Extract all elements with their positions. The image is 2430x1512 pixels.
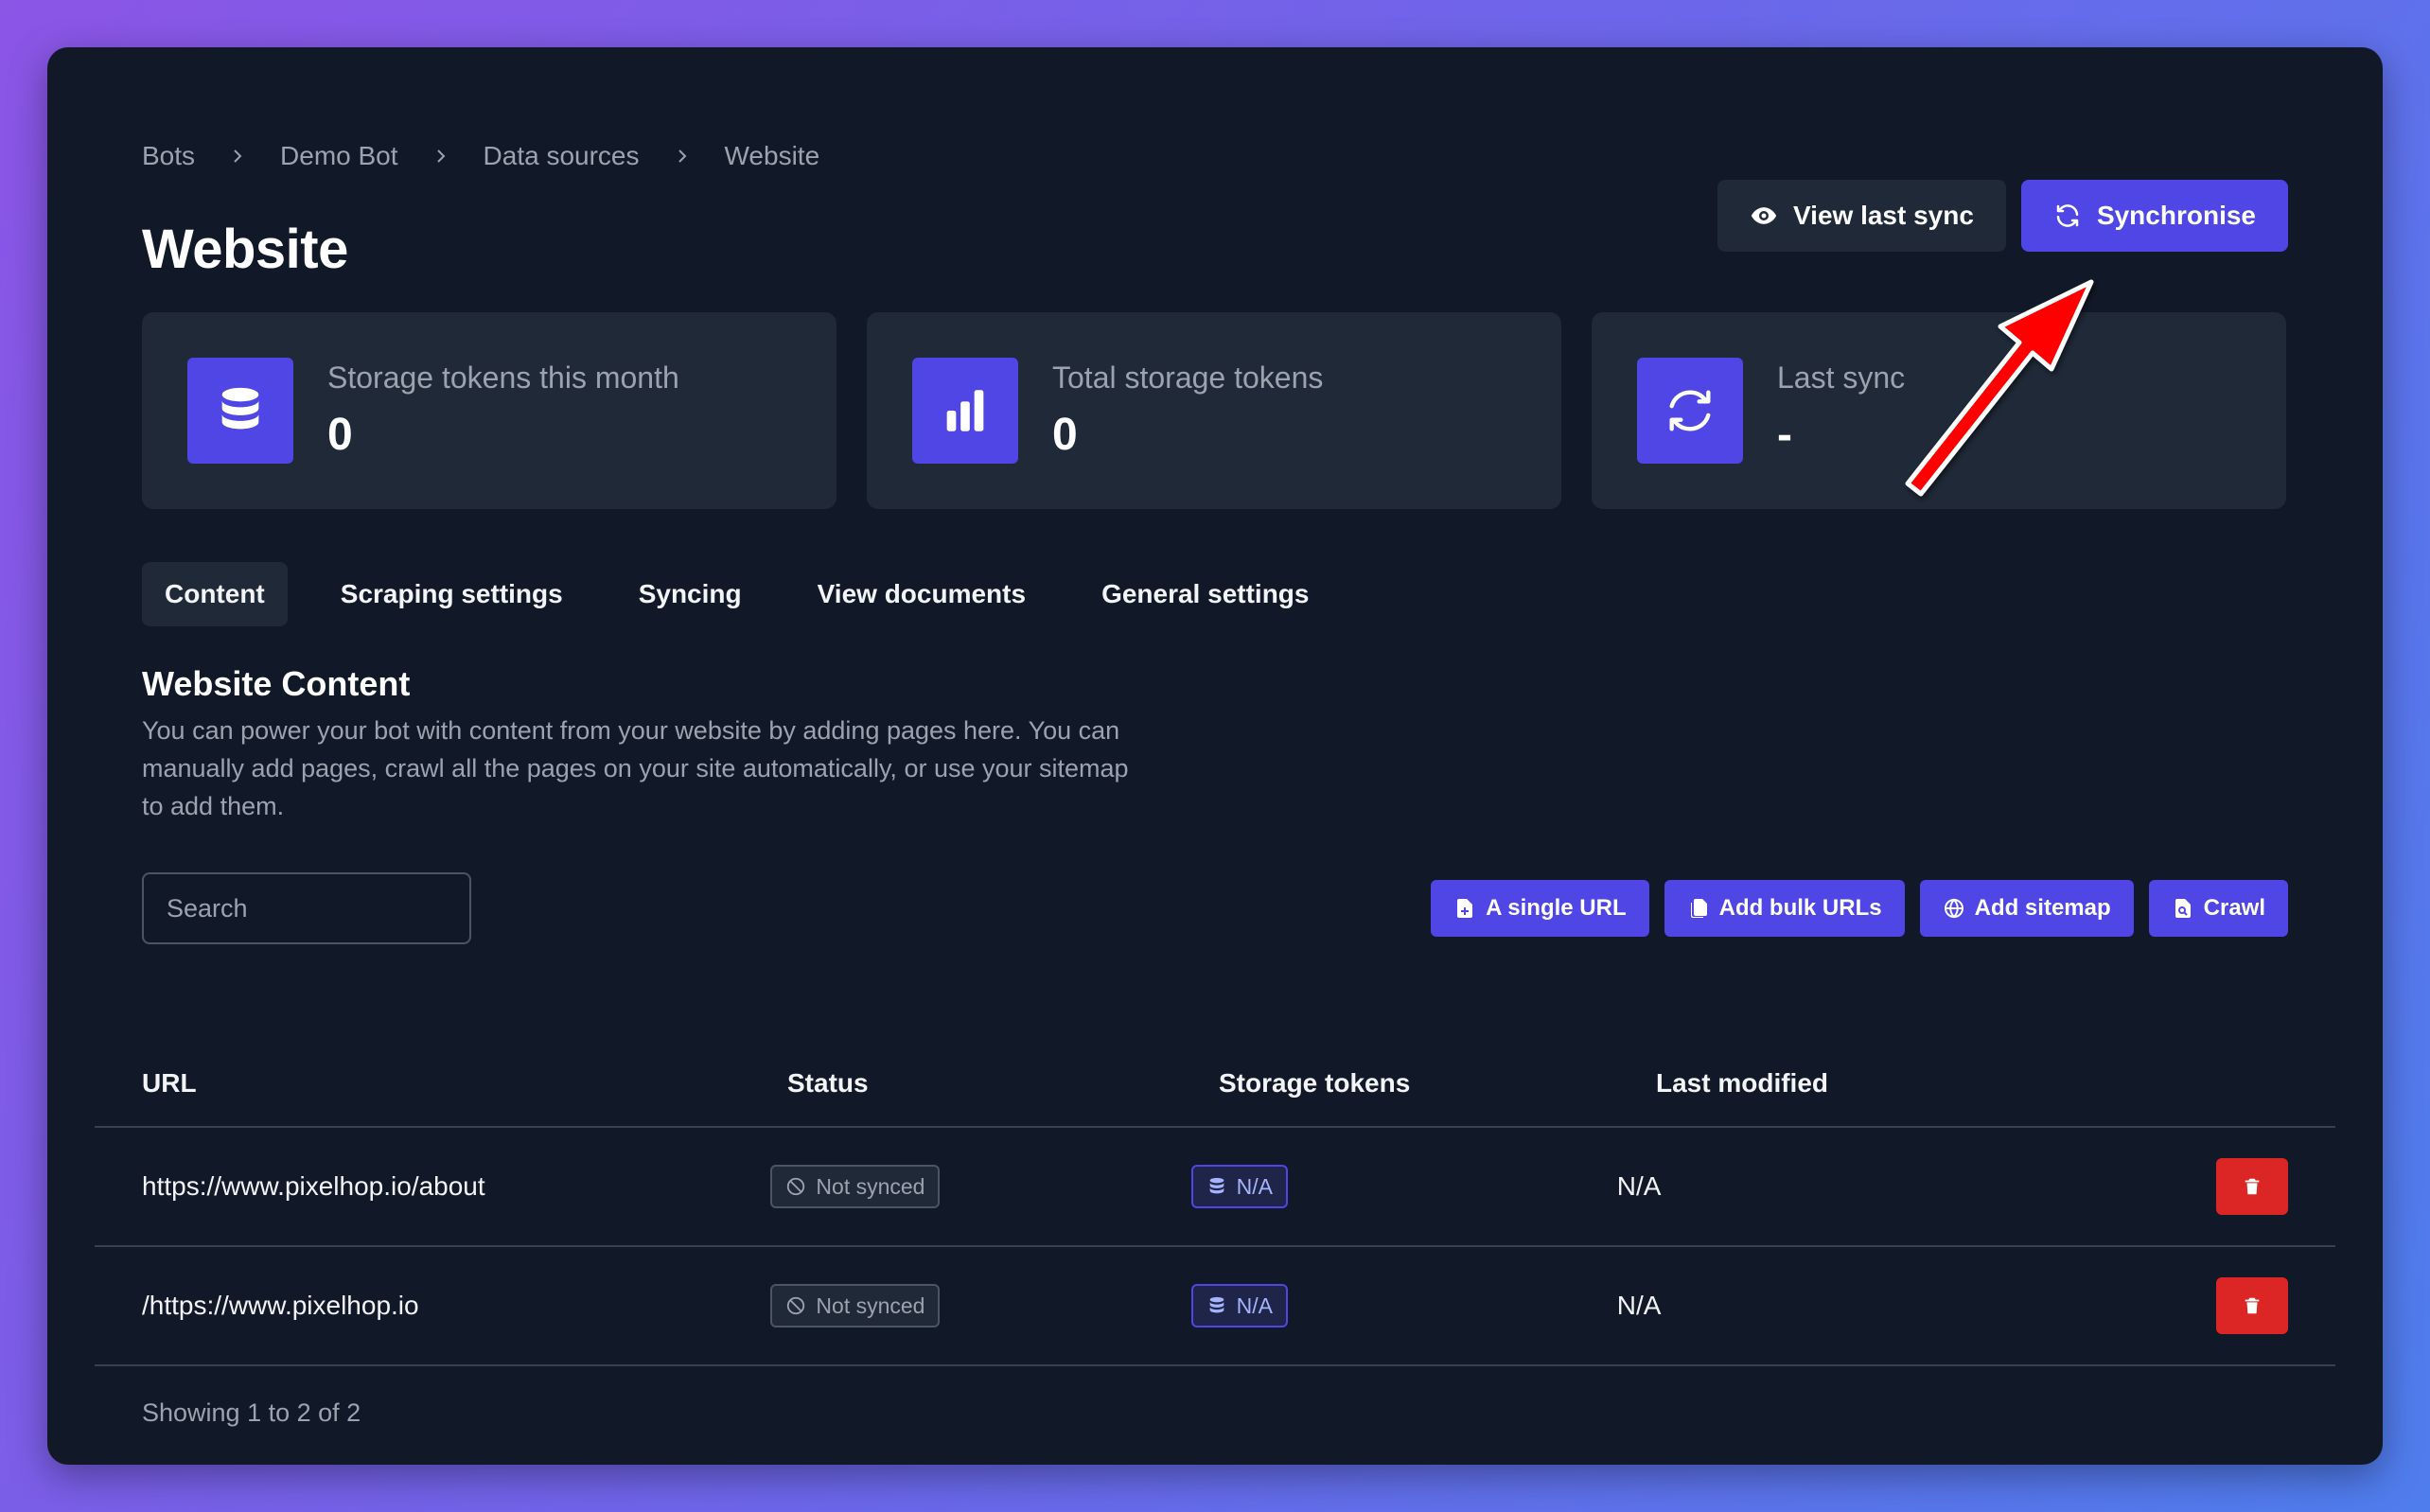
stat-card-total-storage: Total storage tokens 0 <box>867 312 1561 509</box>
add-actions: A single URL Add bulk URLs Add sitemap C… <box>1431 880 2288 937</box>
ban-icon <box>787 1296 805 1315</box>
breadcrumb-item-website: Website <box>724 141 820 170</box>
column-header-storage-tokens: Storage tokens <box>1219 1068 1411 1098</box>
section-description: You can power your bot with content from… <box>142 716 1129 820</box>
database-icon <box>187 358 293 464</box>
stats-row: Storage tokens this month 0 Total storag… <box>142 312 2286 509</box>
row-url: /https://www.pixelhop.io <box>142 1291 419 1320</box>
stat-value: 0 <box>1052 410 1078 460</box>
add-sitemap-label: Add sitemap <box>1974 895 2111 921</box>
column-header-status: Status <box>787 1068 869 1098</box>
crawl-label: Crawl <box>2203 895 2265 921</box>
trash-icon <box>2245 1297 2260 1314</box>
storage-tokens-badge: N/A <box>1190 1165 1289 1208</box>
tab-syncing[interactable]: Syncing <box>616 562 765 626</box>
storage-tokens-text: N/A <box>1236 1292 1274 1318</box>
column-header-url: URL <box>142 1068 197 1098</box>
breadcrumb-item-demo-bot[interactable]: Demo Bot <box>280 141 398 171</box>
delete-button[interactable] <box>2216 1158 2289 1215</box>
stat-value: 0 <box>327 410 353 460</box>
file-search-icon <box>2175 899 2191 918</box>
stat-label: Total storage tokens <box>1052 360 1324 395</box>
stat-card-storage-month: Storage tokens this month 0 <box>142 312 836 509</box>
status-badge: Not synced <box>770 1284 941 1327</box>
table-header: URL Status Storage tokens Last modified <box>95 1041 2335 1128</box>
content-table: URL Status Storage tokens Last modified … <box>95 1041 2335 1366</box>
tab-view-documents[interactable]: View documents <box>795 562 1048 626</box>
bar-chart-icon <box>912 358 1018 464</box>
tab-content[interactable]: Content <box>142 562 288 626</box>
add-bulk-urls-button[interactable]: Add bulk URLs <box>1664 880 1905 937</box>
pagination-summary: Showing 1 to 2 of 2 <box>142 1398 361 1427</box>
section-title: Website Content <box>142 664 411 703</box>
chevron-right-icon <box>195 147 280 166</box>
file-plus-icon <box>1457 899 1473 918</box>
files-icon <box>1690 899 1707 918</box>
add-single-url-label: A single URL <box>1486 895 1627 921</box>
breadcrumb: Bots Demo Bot Data sources Website <box>142 132 819 180</box>
stat-label: Storage tokens this month <box>327 360 679 395</box>
status-badge: Not synced <box>770 1165 941 1208</box>
table-row: /https://www.pixelhop.io Not synced N/A … <box>95 1247 2335 1366</box>
stat-value: - <box>1777 410 1792 460</box>
eye-icon <box>1751 207 1777 224</box>
table-row: https://www.pixelhop.io/about Not synced… <box>95 1128 2335 1247</box>
add-bulk-urls-label: Add bulk URLs <box>1718 895 1882 921</box>
synchronise-label: Synchronise <box>2096 201 2256 230</box>
column-header-last-modified: Last modified <box>1656 1068 1829 1098</box>
stat-card-last-sync: Last sync - <box>1592 312 2286 509</box>
crawl-button[interactable]: Crawl <box>2148 880 2288 937</box>
chevron-right-icon <box>398 147 484 166</box>
synchronise-button[interactable]: Synchronise <box>2020 180 2288 252</box>
database-icon <box>1209 1296 1224 1313</box>
row-last-modified: N/A <box>1616 1291 1662 1320</box>
delete-button[interactable] <box>2216 1277 2289 1334</box>
add-sitemap-button[interactable]: Add sitemap <box>1919 880 2134 937</box>
breadcrumb-item-data-sources[interactable]: Data sources <box>484 141 640 171</box>
status-text: Not synced <box>816 1292 925 1318</box>
search-input[interactable] <box>142 872 471 944</box>
tab-general-settings[interactable]: General settings <box>1079 562 1331 626</box>
row-last-modified: N/A <box>1616 1171 1662 1201</box>
app-window: Bots Demo Bot Data sources Website Websi… <box>47 47 2383 1465</box>
tab-bar: Content Scraping settings Syncing View d… <box>142 562 1331 626</box>
sync-icon <box>1637 358 1743 464</box>
view-last-sync-label: View last sync <box>1793 201 1974 230</box>
add-single-url-button[interactable]: A single URL <box>1431 880 1649 937</box>
stat-label: Last sync <box>1777 360 1906 395</box>
chevron-right-icon <box>640 147 725 166</box>
row-url: https://www.pixelhop.io/about <box>142 1171 485 1201</box>
globe-icon <box>1944 898 1963 919</box>
database-icon <box>1209 1177 1224 1194</box>
status-text: Not synced <box>816 1173 925 1199</box>
tab-scraping-settings[interactable]: Scraping settings <box>318 562 586 626</box>
ban-icon <box>787 1177 805 1196</box>
breadcrumb-item-bots[interactable]: Bots <box>142 141 195 171</box>
trash-icon <box>2245 1178 2260 1195</box>
page-title: Website <box>142 219 348 280</box>
storage-tokens-text: N/A <box>1236 1173 1274 1199</box>
top-actions: View last sync Synchronise <box>1717 180 2288 252</box>
view-last-sync-button[interactable]: View last sync <box>1717 180 2006 252</box>
storage-tokens-badge: N/A <box>1190 1284 1289 1327</box>
refresh-icon <box>2056 204 2079 227</box>
